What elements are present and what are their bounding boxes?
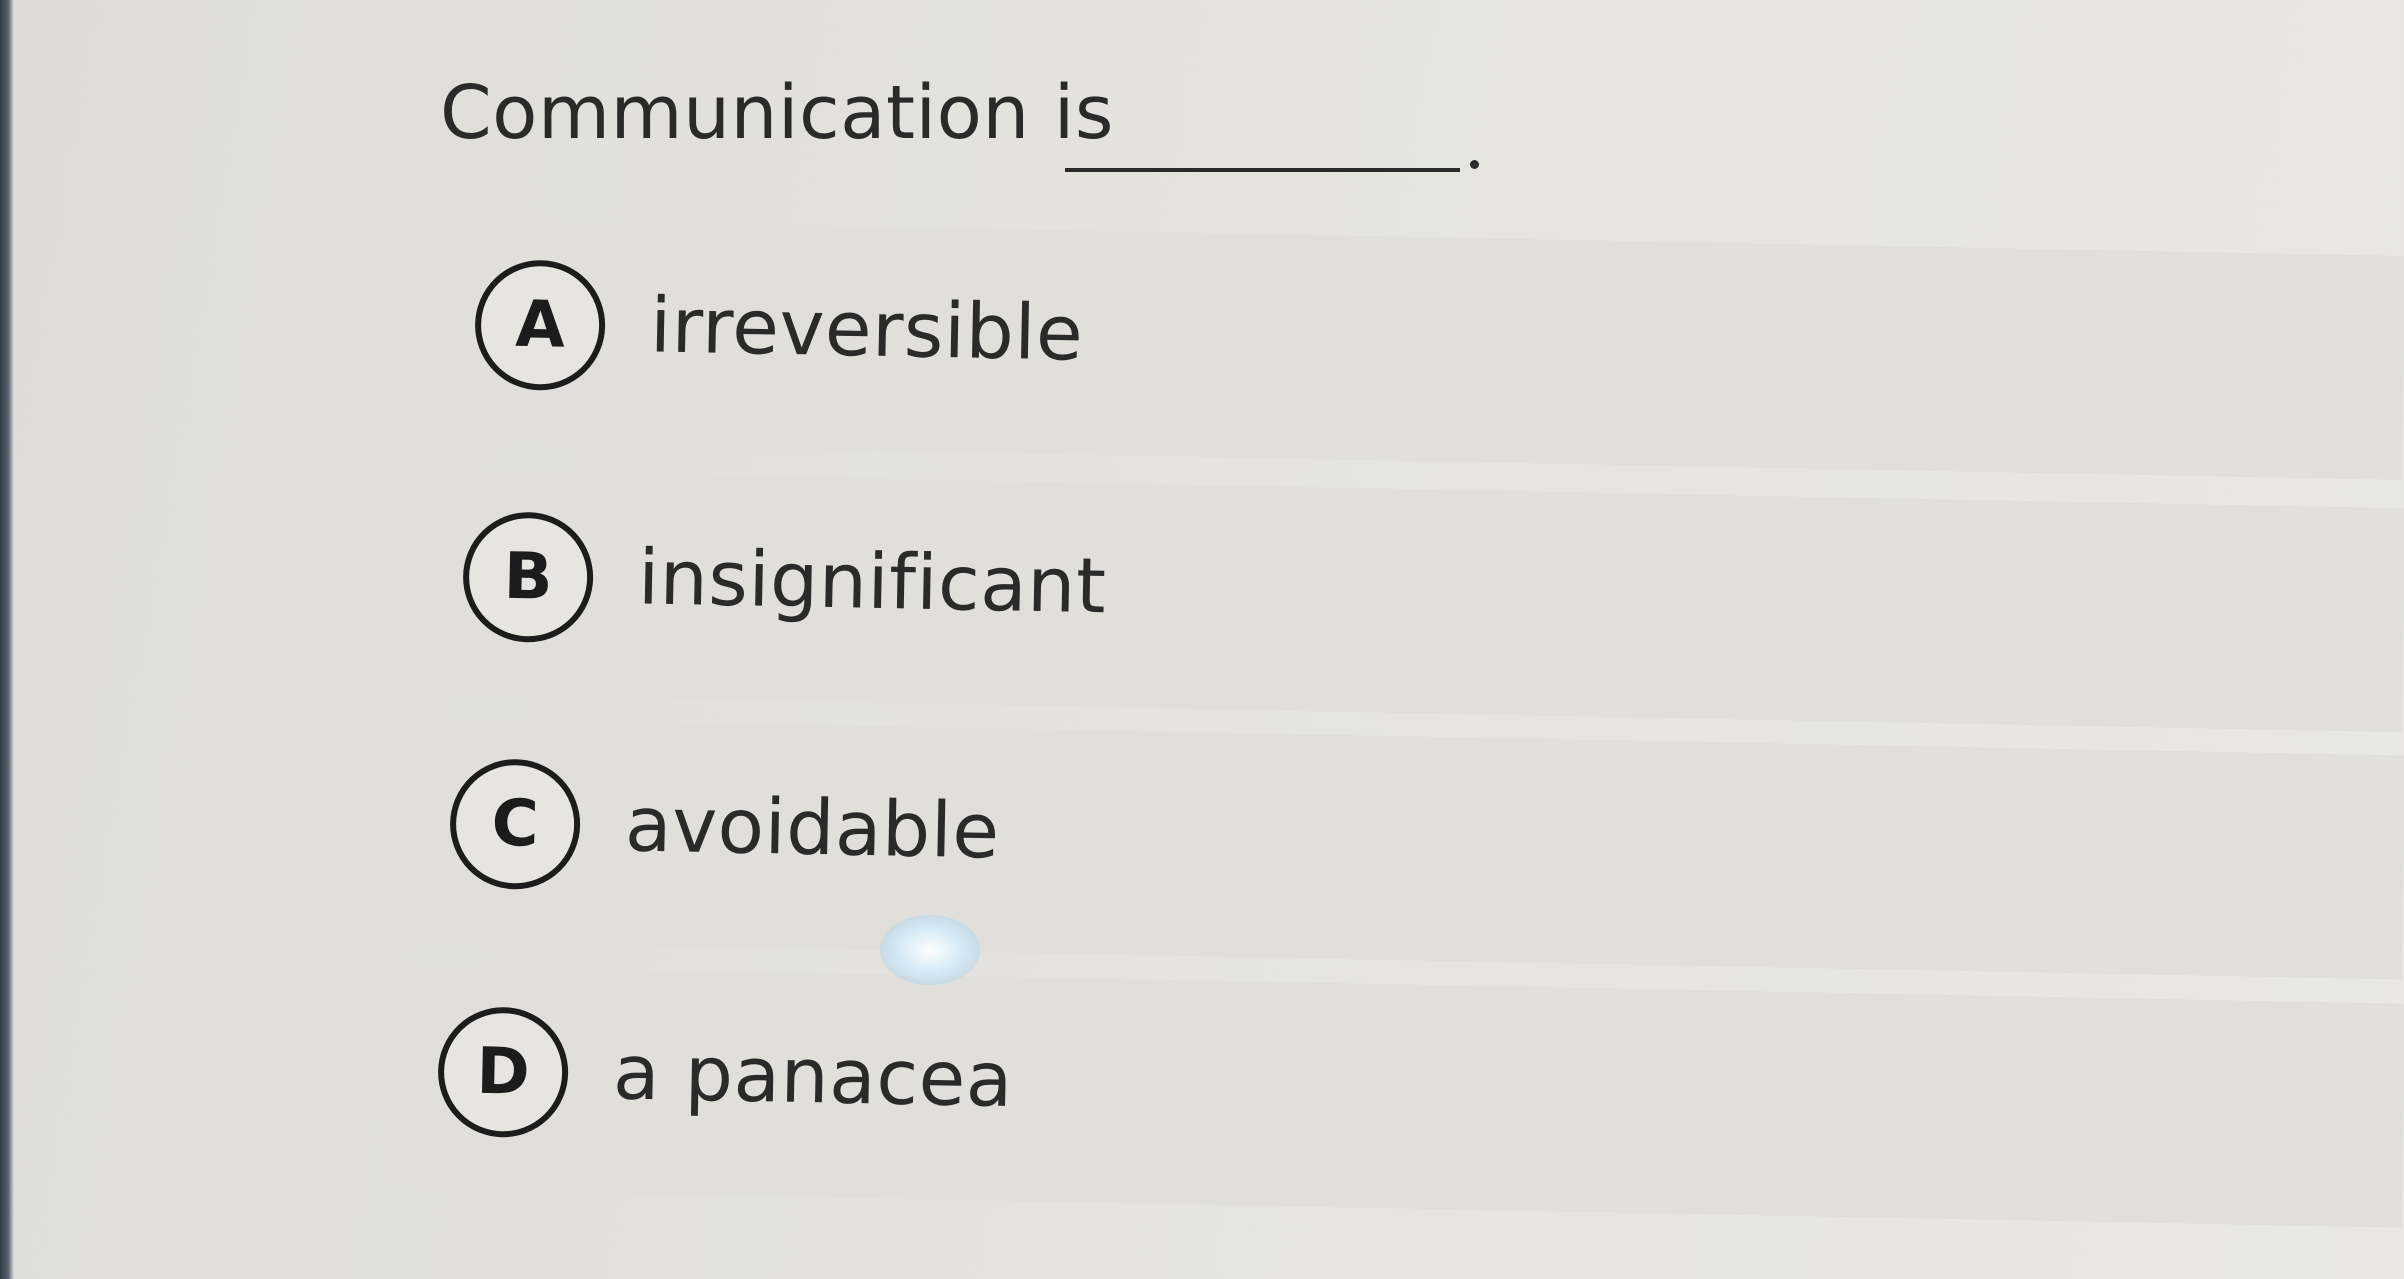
option-a[interactable]: A irreversible <box>422 218 2404 480</box>
option-d-letter-badge: D <box>436 1005 570 1139</box>
option-d-label: a panacea <box>612 1027 1014 1124</box>
option-c-label: avoidable <box>624 779 1001 876</box>
option-c-letter-badge: C <box>448 757 582 891</box>
answer-options: A irreversible B insignificant C avoidab… <box>0 0 2404 1279</box>
option-b[interactable]: B insignificant <box>410 470 2404 733</box>
option-b-label: insignificant <box>637 532 1108 631</box>
option-d[interactable]: D a panacea <box>385 965 2404 1228</box>
hand-pointer-icon <box>880 915 980 985</box>
option-a-label: irreversible <box>649 280 1085 378</box>
option-b-letter-badge: B <box>461 510 595 644</box>
option-c[interactable]: C avoidable <box>397 717 2404 980</box>
option-a-letter-badge: A <box>473 258 607 392</box>
